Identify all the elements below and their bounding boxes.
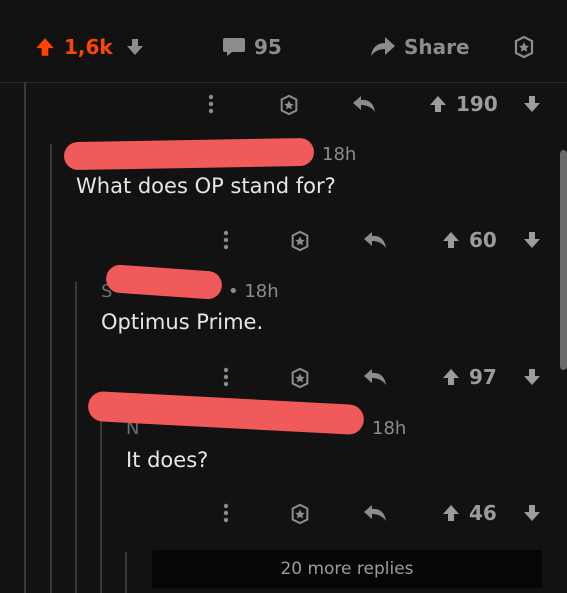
comment-count: 95: [254, 35, 282, 59]
reply-arrow-icon[interactable]: [363, 367, 387, 387]
post-vote: 1,6k: [34, 30, 145, 64]
comment-score: 190: [456, 92, 498, 116]
share-arrow-icon: [371, 37, 395, 56]
share-button[interactable]: Share: [370, 30, 470, 64]
comment-actions: 60: [215, 220, 560, 260]
downvote-arrow-icon[interactable]: [522, 503, 542, 523]
comment-bubble-icon: [223, 38, 245, 56]
more-replies-button[interactable]: 20 more replies: [152, 550, 542, 588]
comment-time: 18h: [372, 418, 407, 439]
downvote-arrow-icon[interactable]: [522, 94, 542, 114]
comment-time: • 18h: [228, 281, 279, 302]
award-icon[interactable]: [289, 367, 311, 389]
overflow-dots-icon[interactable]: [223, 230, 229, 250]
thread-line[interactable]: [125, 552, 127, 593]
redacted-username: [63, 137, 315, 171]
downvote-arrow-icon[interactable]: [125, 37, 145, 57]
reply-arrow-icon[interactable]: [352, 94, 376, 114]
comment-actions: 46: [215, 493, 560, 533]
thread-line[interactable]: [100, 420, 102, 593]
overflow-dots-icon[interactable]: [223, 503, 229, 523]
thread-line[interactable]: [24, 82, 26, 593]
more-replies-label: 20 more replies: [280, 559, 414, 579]
award-icon[interactable]: [289, 503, 311, 525]
redacted-username: [105, 263, 223, 301]
upvote-arrow-icon[interactable]: [441, 230, 461, 250]
award-button[interactable]: [512, 30, 536, 64]
award-icon: [514, 35, 534, 59]
comment-body: It does?: [126, 448, 209, 472]
upvote-arrow-icon[interactable]: [34, 36, 56, 58]
overflow-dots-icon[interactable]: [223, 367, 229, 387]
comment-body: Optimus Prime.: [101, 310, 264, 334]
downvote-arrow-icon[interactable]: [522, 367, 542, 387]
comment-actions: 97: [215, 357, 560, 397]
upvote-arrow-icon[interactable]: [428, 94, 448, 114]
comment-time: 18h: [322, 144, 357, 165]
downvote-arrow-icon[interactable]: [522, 230, 542, 250]
award-icon[interactable]: [278, 94, 300, 116]
overflow-dots-icon[interactable]: [208, 94, 214, 114]
comment-thread: 190 18h What does OP stand for? 60 S • 1…: [0, 82, 567, 593]
reply-arrow-icon[interactable]: [363, 503, 387, 523]
scrollbar[interactable]: [560, 150, 567, 370]
post-action-bar: 1,6k 95 Share: [0, 0, 567, 83]
post-score: 1,6k: [64, 35, 113, 59]
thread-line[interactable]: [75, 282, 77, 593]
award-icon[interactable]: [289, 230, 311, 252]
upvote-arrow-icon[interactable]: [441, 367, 461, 387]
comment-score: 60: [469, 228, 497, 252]
share-label: Share: [404, 35, 470, 59]
comment-body: What does OP stand for?: [76, 174, 336, 198]
comments-button[interactable]: 95: [222, 30, 282, 64]
thread-line[interactable]: [50, 144, 52, 593]
upvote-arrow-icon[interactable]: [441, 503, 461, 523]
reply-arrow-icon[interactable]: [363, 230, 387, 250]
comment-score: 97: [469, 365, 497, 389]
comment-actions: 190: [200, 84, 560, 124]
comment-score: 46: [469, 501, 497, 525]
